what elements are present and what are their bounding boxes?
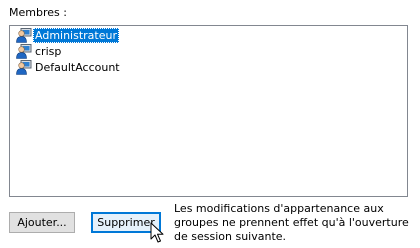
members-label: Membres :: [9, 6, 67, 19]
list-item-label: crisp: [35, 45, 62, 58]
user-icon: [16, 28, 32, 43]
list-item-defaultaccount[interactable]: DefaultAccount: [16, 60, 122, 75]
user-icon: [16, 44, 32, 59]
add-button[interactable]: Ajouter...: [9, 212, 75, 233]
list-item-label: Administrateur: [33, 28, 119, 43]
group-membership-note: Les modifications d'appartenance aux gro…: [174, 202, 409, 243]
list-item-administrateur[interactable]: Administrateur: [16, 28, 119, 43]
user-icon: [16, 60, 32, 75]
arrow-cursor-icon: [150, 222, 166, 244]
list-item-label: DefaultAccount: [35, 61, 120, 74]
members-list[interactable]: Administrateur crisp DefaultAccount: [9, 25, 408, 197]
list-item-crisp[interactable]: crisp: [16, 44, 63, 59]
